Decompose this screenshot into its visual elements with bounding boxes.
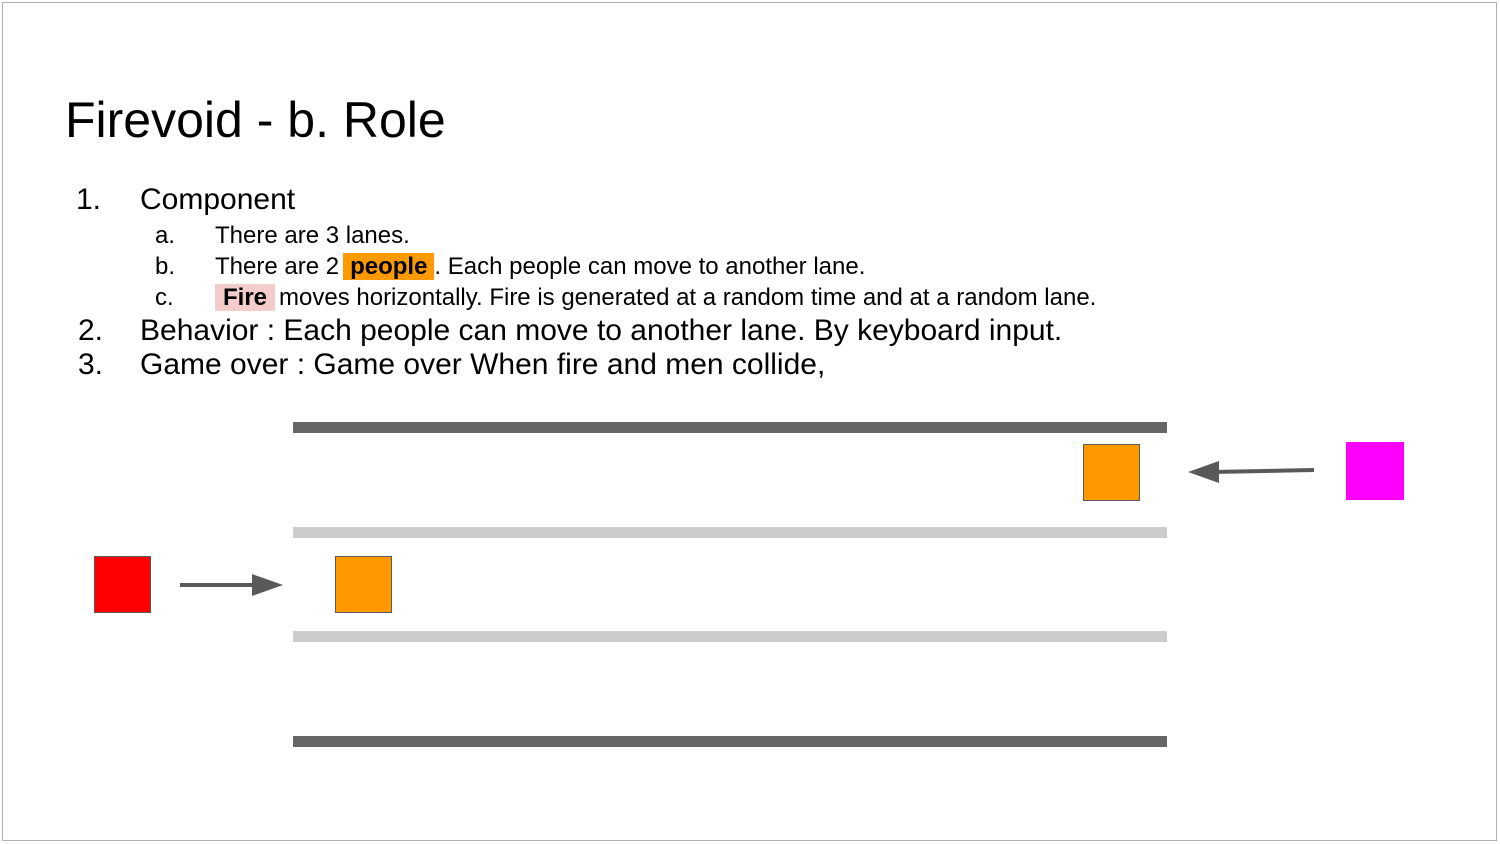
arrows-layer [180, 461, 1315, 596]
arrow-left-icon [1188, 461, 1315, 483]
arrow-right-icon [180, 574, 283, 596]
